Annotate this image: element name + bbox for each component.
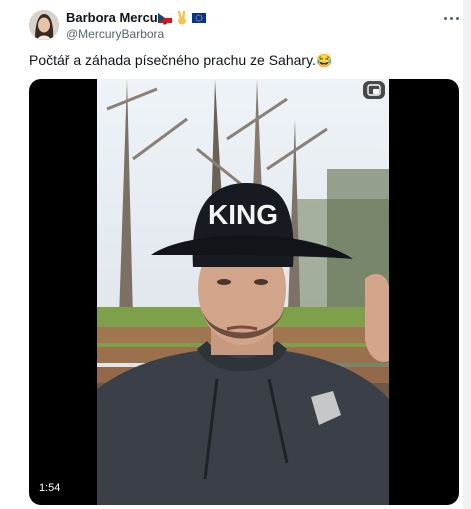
picture-in-picture-icon[interactable] — [363, 81, 385, 99]
avatar[interactable] — [29, 10, 59, 40]
tweet-text-body: Počtář a záhada písečného prachu ze Saha… — [29, 52, 316, 68]
video-duration: 1:54 — [35, 479, 65, 497]
display-name[interactable]: Barbora Mercury — [66, 10, 170, 26]
user-handle[interactable]: @MercuryBarbora — [66, 27, 164, 41]
czech-flag-icon — [158, 13, 172, 23]
video-player[interactable]: KING 1:54 — [29, 79, 459, 505]
video-thumbnail: KING — [97, 79, 389, 505]
more-options-icon[interactable] — [440, 10, 462, 26]
laughing-emoji-icon: 😂 — [315, 53, 333, 68]
video-frame[interactable]: KING — [97, 79, 389, 505]
victory-hand-icon — [177, 11, 186, 25]
scrollbar[interactable] — [463, 0, 471, 509]
avatar-image — [29, 10, 59, 40]
tweet-text: Počtář a záhada písečného prachu ze Saha… — [29, 51, 332, 70]
eu-flag-icon — [192, 13, 206, 23]
tweet[interactable]: Barbora Mercury @MercuryBarbora Počtář a… — [0, 0, 471, 509]
name-badges — [158, 10, 206, 26]
cap-text: KING — [208, 199, 278, 230]
